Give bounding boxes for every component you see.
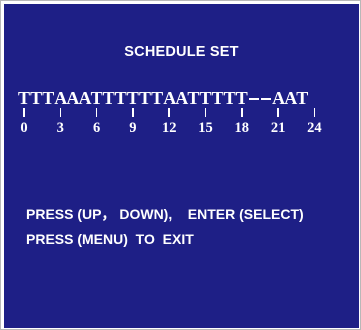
schedule-slot[interactable]: T [42,88,54,108]
hour-label: 18 [234,120,250,136]
schedule-slot[interactable]: T [30,88,42,108]
hour-tick [241,108,243,117]
instruction-exit: PRESS (MENU) TO EXIT [26,231,194,247]
schedule-slot[interactable]: T [224,88,236,108]
schedule-slot[interactable]: T [200,88,212,108]
hour-tick [132,108,134,117]
hour-label: 24 [307,120,322,136]
hour-label: 15 [198,120,213,136]
schedule-slot[interactable]: A [54,88,67,108]
schedule-slot[interactable]: T [127,88,139,108]
hour-label: 9 [129,120,137,136]
schedule-slot[interactable]: A [175,88,188,108]
hour-tick [23,108,25,117]
instruction-navigation: PRESS (UP， DOWN), ENTER (SELECT) [26,206,304,222]
schedule-slot[interactable]: T [187,88,199,108]
schedule-slot[interactable]: T [139,88,151,108]
schedule-slot-off[interactable] [261,98,272,100]
hour-tick [277,108,279,117]
hour-tick [168,108,170,117]
osd-screen: SCHEDULE SET TTTAAATTTTTTAATTTTTAAT03691… [4,4,359,328]
schedule-timeline[interactable]: T T T A A A T T T T T T A A T T T T T A A T 0 3 6 9 12 15 18 21 24 [18,88,338,148]
schedule-slot[interactable]: A [79,88,92,108]
hour-label: 3 [56,120,64,136]
osd-frame: SCHEDULE SET TTTAAATTTTTTAATTTTTAAT03691… [0,0,361,330]
schedule-slot[interactable]: T [103,88,115,108]
hour-tick [59,108,62,117]
hour-label: 6 [92,120,101,136]
schedule-slot[interactable]: A [66,88,79,108]
schedule-slot[interactable]: T [91,88,103,108]
schedule-slot[interactable]: T [212,88,224,108]
hour-tick [95,108,98,117]
hour-label: 21 [270,120,286,136]
schedule-slot[interactable]: T [115,88,127,108]
schedule-slot[interactable]: T [18,88,30,108]
schedule-slot[interactable]: T [151,88,163,108]
screen-title: SCHEDULE SET [124,44,239,60]
hour-tick [313,108,316,117]
hour-tick [204,108,207,117]
schedule-slot[interactable]: A [272,88,285,108]
schedule-slot[interactable]: A [163,88,176,108]
schedule-slot[interactable]: T [296,88,308,108]
schedule-slot[interactable]: A [284,88,297,108]
hour-label: 12 [161,120,177,136]
schedule-slot[interactable]: T [236,88,248,108]
hour-label: 0 [20,120,28,136]
schedule-slot-off[interactable] [248,98,259,100]
